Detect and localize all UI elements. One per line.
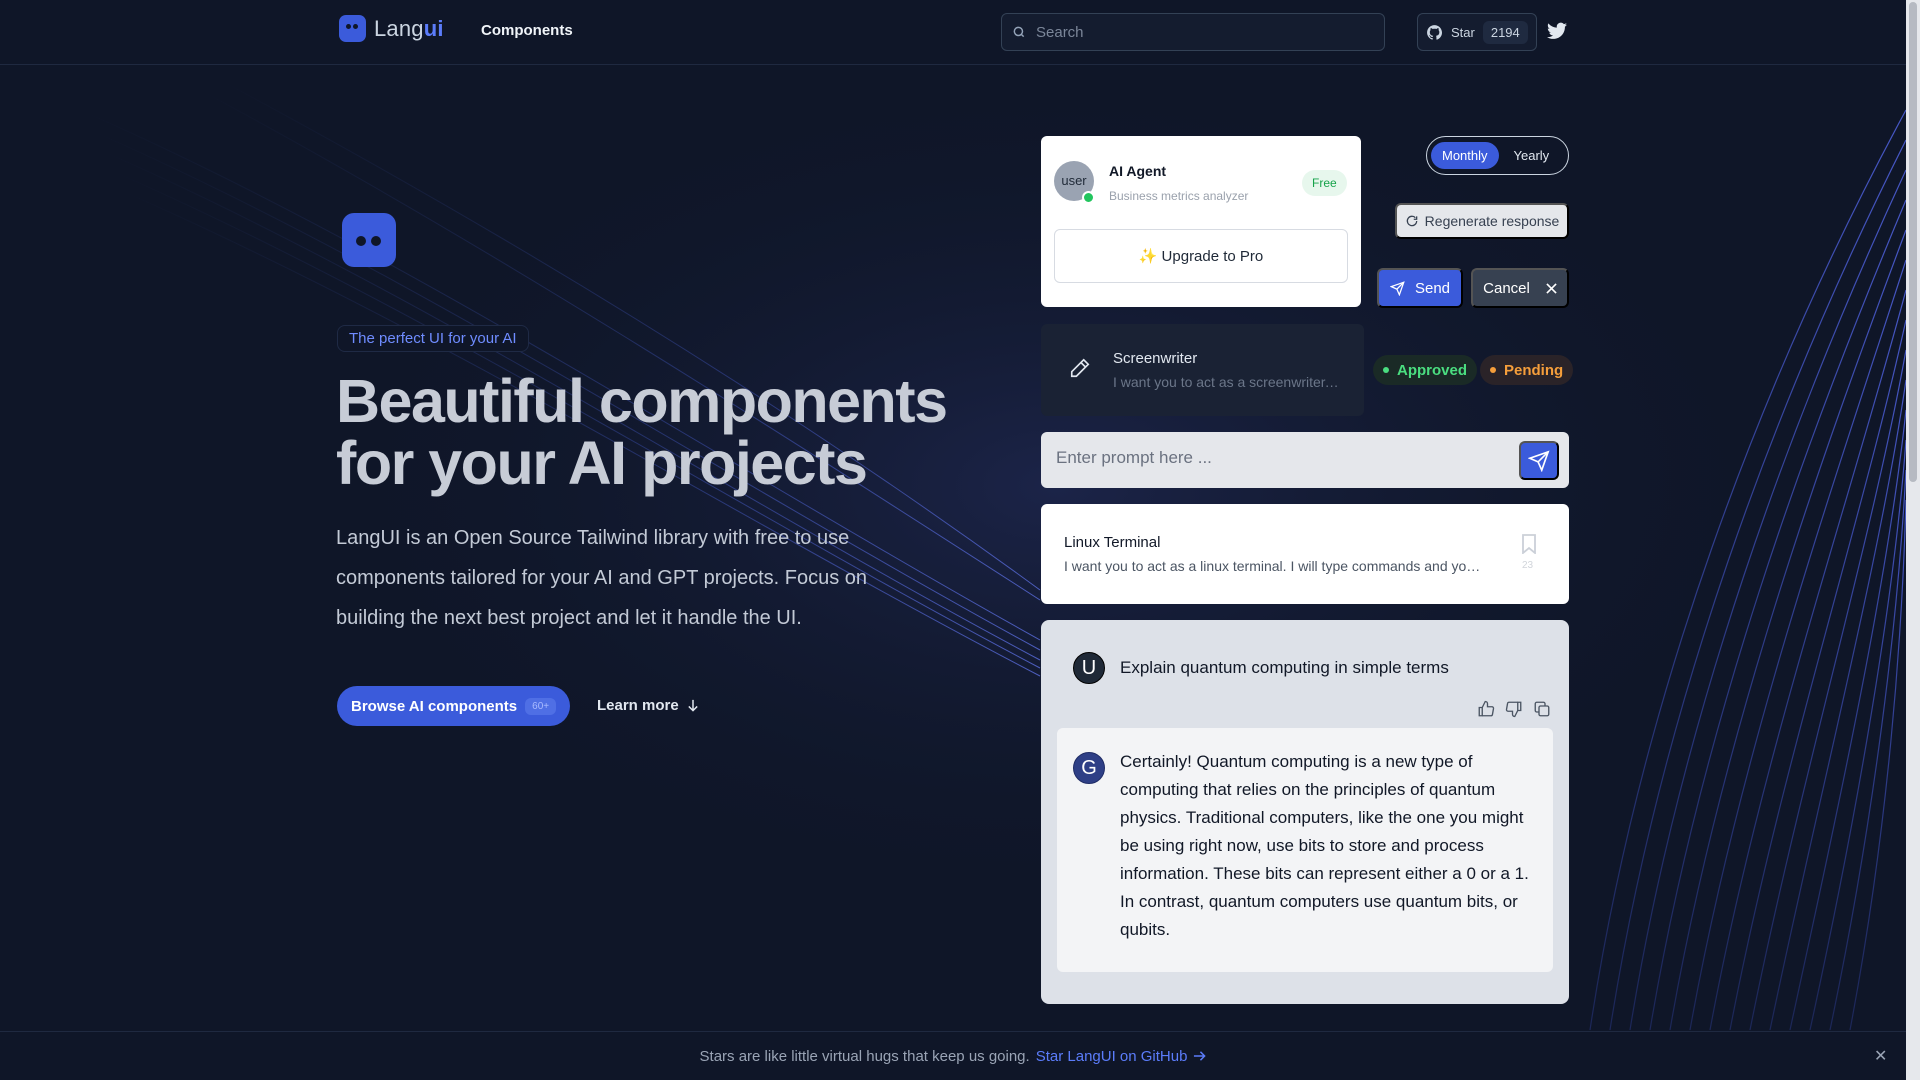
close-banner-icon[interactable]: ✕	[1874, 1046, 1887, 1066]
refresh-icon	[1406, 215, 1417, 227]
user-avatar: U	[1073, 652, 1105, 684]
ai-agent-card: user AI Agent Business metrics analyzer …	[1041, 136, 1361, 307]
billing-toggle[interactable]: Monthly Yearly	[1426, 136, 1569, 175]
send-label: Send	[1414, 279, 1451, 297]
toggle-option-yearly[interactable]: Yearly	[1503, 142, 1561, 169]
nav-components-link[interactable]: Components	[481, 22, 573, 39]
thumbs-down-icon[interactable]	[1505, 700, 1523, 718]
chat-conversation-card: U Explain quantum computing in simple te…	[1041, 620, 1569, 1004]
prompt-description: I want you to act as a linux terminal. I…	[1064, 558, 1484, 574]
prompt-input[interactable]	[1056, 448, 1496, 468]
status-dot	[1383, 367, 1389, 373]
status-label: Pending	[1504, 361, 1564, 379]
assistant-message: Certainly! Quantum computing is a new ty…	[1120, 752, 1529, 939]
message-actions	[1477, 700, 1551, 718]
bookmark-count: 23	[1522, 560, 1534, 571]
thumbs-up-icon[interactable]	[1477, 700, 1495, 718]
send-icon	[1389, 280, 1405, 296]
search-icon	[1013, 26, 1025, 38]
arrow-down-icon	[687, 699, 698, 712]
send-icon	[1528, 449, 1550, 472]
page-scrollbar[interactable]	[1906, 0, 1920, 1080]
scrollbar-thumb[interactable]	[1909, 2, 1917, 482]
bookmark-icon[interactable]	[1521, 534, 1537, 554]
send-button[interactable]: Send	[1377, 268, 1463, 308]
online-status-dot	[1082, 191, 1095, 204]
prompt-title: Screenwriter	[1113, 350, 1198, 367]
regenerate-response-button[interactable]: Regenerate response	[1395, 203, 1569, 239]
learn-more-link[interactable]: Learn more	[597, 697, 699, 714]
github-icon	[1427, 24, 1443, 40]
learn-more-label: Learn more	[597, 697, 679, 714]
plan-badge: Free	[1302, 170, 1347, 196]
toggle-option-monthly[interactable]: Monthly	[1431, 142, 1499, 169]
assistant-reply: G Certainly! Quantum computing is a new …	[1057, 728, 1553, 972]
github-star-button[interactable]: Star 2194	[1417, 13, 1537, 51]
banner-github-link[interactable]: Star LangUI on GitHub	[1036, 1048, 1207, 1065]
hero-tagline: The perfect UI for your AI	[337, 325, 529, 352]
status-badge-approved: Approved	[1373, 355, 1478, 385]
upgrade-to-pro-button[interactable]: ✨ Upgrade to Pro	[1054, 229, 1348, 283]
agent-name: AI Agent	[1109, 163, 1167, 179]
logo[interactable]: Langui	[339, 15, 444, 42]
status-dot	[1490, 367, 1496, 373]
assistant-avatar: G	[1073, 752, 1105, 784]
hero-description: LangUI is an Open Source Tailwind librar…	[336, 527, 868, 629]
linux-terminal-prompt-card[interactable]: Linux Terminal I want you to act as a li…	[1041, 504, 1569, 604]
logo-icon	[339, 15, 366, 42]
twitter-icon[interactable]	[1547, 22, 1567, 40]
logo-text: Langui	[374, 15, 444, 41]
close-icon	[1546, 282, 1557, 294]
search-input[interactable]	[1036, 23, 1356, 41]
cancel-button[interactable]: Cancel	[1471, 268, 1569, 308]
prompt-input-bar	[1041, 432, 1569, 488]
prompt-title: Linux Terminal	[1064, 534, 1161, 551]
agent-subtitle: Business metrics analyzer	[1109, 189, 1249, 203]
status-badge-pending: Pending	[1480, 355, 1574, 385]
github-star-label: Star	[1451, 24, 1475, 40]
copy-icon[interactable]	[1533, 700, 1551, 718]
user-message: Explain quantum computing in simple term…	[1120, 658, 1449, 677]
prompt-description: I want you to act as a screenwriter. You…	[1113, 374, 1339, 390]
github-star-banner: Stars are like little virtual hugs that …	[0, 1031, 1906, 1080]
github-star-count: 2194	[1482, 20, 1528, 44]
cancel-label: Cancel	[1483, 279, 1530, 297]
banner-link-label: Star LangUI on GitHub	[1035, 1047, 1188, 1065]
browse-button-label: Browse AI components	[351, 697, 518, 715]
banner-text: Stars are like little virtual hugs that …	[699, 1047, 1030, 1065]
hero-logo-icon	[342, 213, 396, 267]
background-lines	[0, 0, 1920, 1080]
hero-headline: Beautiful components for your AI project…	[336, 370, 1036, 494]
headline-line-1: Beautiful components	[336, 367, 948, 435]
prompt-send-button[interactable]	[1519, 441, 1559, 480]
components-count-badge: 60+	[525, 697, 557, 715]
top-navbar: Langui Components Star 2194	[0, 0, 1906, 65]
search-box[interactable]	[1001, 13, 1385, 51]
regenerate-label: Regenerate response	[1424, 213, 1560, 229]
screenwriter-prompt-card[interactable]: Screenwriter I want you to act as a scre…	[1041, 324, 1364, 416]
arrow-right-icon	[1194, 1051, 1207, 1061]
status-label: Approved	[1397, 361, 1468, 379]
browse-components-button[interactable]: Browse AI components 60+	[337, 686, 571, 726]
pencil-icon	[1070, 358, 1090, 378]
headline-line-2: for your AI projects	[336, 429, 868, 497]
